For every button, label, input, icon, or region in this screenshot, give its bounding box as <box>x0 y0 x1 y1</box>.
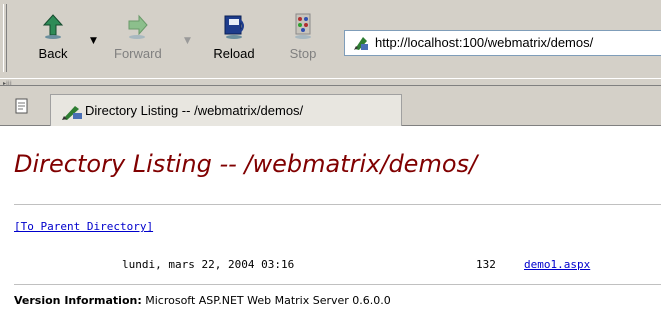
divider <box>14 204 661 205</box>
tab-bar: Directory Listing -- /webmatrix/demos/ <box>0 86 661 126</box>
toolbar-separator: ▸⁞⁞⁞ <box>0 78 661 87</box>
stop-icon <box>295 13 311 39</box>
page-content: Directory Listing -- /webmatrix/demos/ [… <box>0 126 661 318</box>
document-icon[interactable] <box>14 98 30 114</box>
tab-directory-listing[interactable]: Directory Listing -- /webmatrix/demos/ <box>50 94 402 126</box>
toolbar-grip[interactable] <box>3 4 7 72</box>
stop-button[interactable]: Stop <box>280 6 326 70</box>
browser-toolbar: Back ▼ Forward ▼ Reload Stop http://loca… <box>0 0 661 78</box>
url-text: http://localhost:100/webmatrix/demos/ <box>375 35 594 50</box>
parent-directory-link[interactable]: [To Parent Directory] <box>14 220 153 233</box>
reload-button[interactable]: Reload <box>211 6 257 70</box>
forward-label: Forward <box>114 46 162 61</box>
reload-label: Reload <box>213 46 255 61</box>
forward-button[interactable]: Forward <box>114 6 162 70</box>
page-title: Directory Listing -- /webmatrix/demos/ <box>14 150 478 178</box>
back-arrow-icon <box>42 14 64 39</box>
folder-pencil-icon <box>62 106 82 120</box>
version-text: Microsoft ASP.NET Web Matrix Server 0.6.… <box>141 294 391 307</box>
divider <box>14 284 661 285</box>
address-bar[interactable]: http://localhost:100/webmatrix/demos/ <box>344 30 661 56</box>
entry-size: 132 <box>476 258 496 271</box>
back-label: Back <box>38 46 68 61</box>
forward-dropdown-icon[interactable]: ▼ <box>184 36 191 46</box>
version-info: Version Information: Microsoft ASP.NET W… <box>14 294 391 307</box>
forward-arrow-icon <box>128 14 148 39</box>
page-icon <box>354 37 368 50</box>
stop-label: Stop <box>289 46 317 61</box>
entry-date: lundi, mars 22, 2004 03:16 <box>122 258 295 271</box>
back-button[interactable]: Back <box>30 6 76 70</box>
tab-title: Directory Listing -- /webmatrix/demos/ <box>85 103 304 118</box>
file-link[interactable]: demo1.aspx <box>524 258 590 271</box>
back-dropdown-icon[interactable]: ▼ <box>90 36 97 46</box>
version-label: Version Information: <box>14 294 142 307</box>
reload-icon <box>224 15 244 39</box>
